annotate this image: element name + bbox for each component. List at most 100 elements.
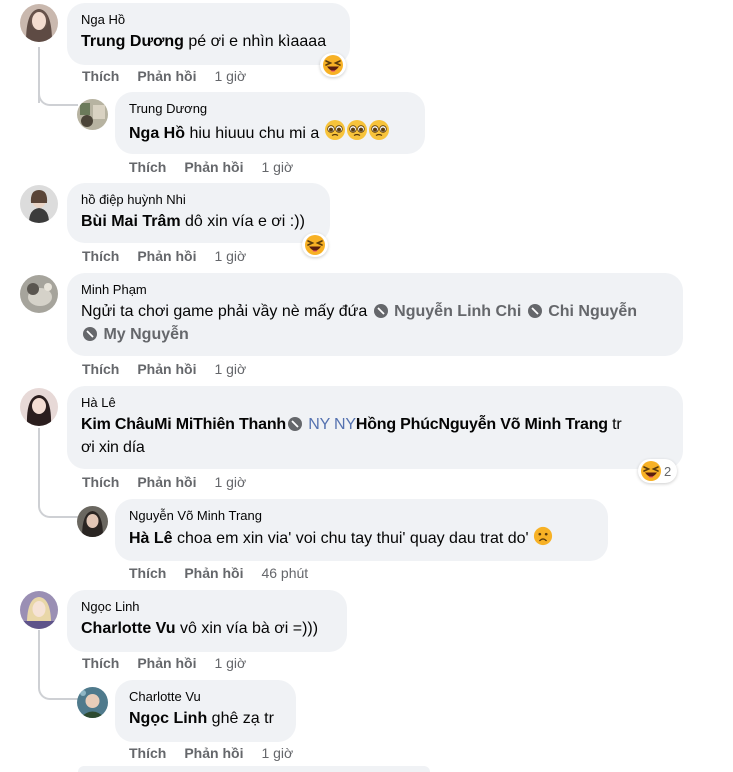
timestamp[interactable]: 1 giờ xyxy=(261,745,293,761)
comment-bubble: Nga Hồ Trung Dương pé ơi e nhìn kìaaaa xyxy=(67,3,350,65)
comment-actions: Thích Phản hồi 1 giờ xyxy=(82,361,246,378)
comment-actions: Thích Phản hồi 1 giờ xyxy=(82,655,246,672)
like-button[interactable]: Thích xyxy=(82,248,119,264)
like-button[interactable]: Thích xyxy=(82,474,119,490)
comment-text: Ngọc Linh ghê zạ tr xyxy=(129,707,282,730)
avatar[interactable] xyxy=(20,275,58,313)
comment-author[interactable]: Ngọc Linh xyxy=(81,598,333,615)
like-button[interactable]: Thích xyxy=(82,68,119,84)
reaction-count: 2 xyxy=(664,463,672,479)
next-comment-edge xyxy=(78,766,430,772)
comment-body: dô xin vía e ơi :)) xyxy=(180,213,305,230)
comment-body: hiu hiuuu chu mi a xyxy=(185,125,324,142)
timestamp[interactable]: 1 giờ xyxy=(214,655,246,671)
comment-author[interactable]: Hà Lê xyxy=(81,394,669,411)
reaction-badge[interactable] xyxy=(320,53,346,77)
avatar[interactable] xyxy=(77,506,108,537)
thread-branch xyxy=(38,90,78,106)
mention-link[interactable]: Charlotte Vu xyxy=(81,620,176,637)
comment-bubble: Hà Lê Kim ChâuMi MiThiên Thanh NY NYHồng… xyxy=(67,386,683,469)
comment-actions: Thích Phản hồi 1 giờ xyxy=(82,248,246,265)
comment-author[interactable]: Trung Dương xyxy=(129,100,411,117)
avatar[interactable] xyxy=(20,185,58,223)
verified-badge-icon xyxy=(527,304,542,318)
comment-text: Trung Dương pé ơi e nhìn kìaaaa xyxy=(81,30,336,53)
timestamp[interactable]: 1 giờ xyxy=(214,361,246,377)
comment-bubble: Minh Phạm Ngửi ta chơi game phải vầy nè … xyxy=(67,273,683,356)
comment-author[interactable]: Minh Phạm xyxy=(81,281,669,298)
pleading-emoji-icon xyxy=(324,119,346,141)
mention-link[interactable]: NY NY xyxy=(308,416,356,433)
timestamp[interactable]: 1 giờ xyxy=(214,248,246,264)
comment-body: Ngửi ta chơi game phải vầy nè mấy đứa xyxy=(81,303,372,320)
mention-link[interactable]: Hà Lê xyxy=(129,530,173,547)
like-button[interactable]: Thích xyxy=(129,565,166,581)
like-button[interactable]: Thích xyxy=(129,745,166,761)
comment-text: Kim ChâuMi MiThiên Thanh NY NYHồng PhúcN… xyxy=(81,413,669,459)
avatar[interactable] xyxy=(77,687,108,718)
mention-link[interactable]: Kim Châu xyxy=(81,416,154,433)
mention-link[interactable]: Nga Hồ xyxy=(129,125,185,142)
reply-button[interactable]: Phản hồi xyxy=(137,68,196,84)
comment-author[interactable]: Nguyễn Võ Minh Trang xyxy=(129,507,594,524)
mention-link[interactable]: Bùi Mai Trâm xyxy=(81,213,181,230)
laughing-emoji-icon xyxy=(640,460,662,482)
mention-link[interactable]: My Nguyễn xyxy=(103,326,188,343)
mention-link[interactable]: Thiên Thanh xyxy=(193,416,286,433)
comment-body: ơi xin día xyxy=(81,439,145,456)
thread-branch xyxy=(38,684,78,700)
comment-text: Hà Lê choa em xin via' voi chu tay thui'… xyxy=(129,526,594,550)
timestamp[interactable]: 46 phút xyxy=(261,565,308,581)
comment-body: pé ơi e nhìn kìaaaa xyxy=(183,33,327,50)
laughing-emoji-icon xyxy=(322,54,344,76)
timestamp[interactable]: 1 giờ xyxy=(214,68,246,84)
mention-link[interactable]: Chi Nguyễn xyxy=(548,303,637,320)
mention-link[interactable]: Nguyễn Linh Chi xyxy=(394,303,521,320)
comment-body: tr xyxy=(607,416,622,433)
reply-button[interactable]: Phản hồi xyxy=(184,745,243,761)
mention-link[interactable]: Hồng Phúc xyxy=(356,416,439,433)
reply-button[interactable]: Phản hồi xyxy=(184,159,243,175)
comment-author[interactable]: Nga Hồ xyxy=(81,11,336,28)
reply-button[interactable]: Phản hồi xyxy=(137,361,196,377)
comment-author[interactable]: Charlotte Vu xyxy=(129,688,282,705)
comment-text: Nga Hồ hiu hiuuu chu mi a xyxy=(129,119,411,145)
reaction-badge[interactable] xyxy=(302,233,328,257)
comment-bubble: hồ điệp huỳnh Nhi Bùi Mai Trâm dô xin ví… xyxy=(67,183,330,243)
comment-bubble: Charlotte Vu Ngọc Linh ghê zạ tr xyxy=(115,680,296,742)
mention-link[interactable]: Trung Dương xyxy=(81,33,184,50)
like-button[interactable]: Thích xyxy=(82,361,119,377)
avatar[interactable] xyxy=(77,99,108,130)
comment-bubble: Ngọc Linh Charlotte Vu vô xin vía bà ơi … xyxy=(67,590,347,652)
reply-button[interactable]: Phản hồi xyxy=(184,565,243,581)
comment-bubble: Trung Dương Nga Hồ hiu hiuuu chu mi a xyxy=(115,92,425,154)
comment-text: Bùi Mai Trâm dô xin vía e ơi :)) xyxy=(81,210,316,233)
verified-badge-icon xyxy=(287,417,302,431)
laughing-emoji-icon xyxy=(304,234,326,256)
reaction-badge[interactable]: 2 xyxy=(638,459,678,483)
comment-bubble: Nguyễn Võ Minh Trang Hà Lê choa em xin v… xyxy=(115,499,608,561)
comment-text: Ngửi ta chơi game phải vầy nè mấy đứa Ng… xyxy=(81,300,669,346)
reply-button[interactable]: Phản hồi xyxy=(137,474,196,490)
mention-link[interactable]: Ngọc Linh xyxy=(129,710,207,727)
comment-author[interactable]: hồ điệp huỳnh Nhi xyxy=(81,191,316,208)
verified-badge-icon xyxy=(373,304,388,318)
comment-actions: Thích Phản hồi 1 giờ xyxy=(129,159,293,176)
thread-branch xyxy=(38,502,78,518)
mention-link[interactable]: Nguyễn Võ Minh Trang xyxy=(439,416,609,433)
avatar[interactable] xyxy=(20,591,58,629)
reply-button[interactable]: Phản hồi xyxy=(137,248,196,264)
avatar[interactable] xyxy=(20,4,58,42)
avatar[interactable] xyxy=(20,388,58,426)
like-button[interactable]: Thích xyxy=(129,159,166,175)
comment-actions: Thích Phản hồi 1 giờ xyxy=(82,474,246,491)
reply-button[interactable]: Phản hồi xyxy=(137,655,196,671)
mention-link[interactable]: Mi Mi xyxy=(154,416,193,433)
comment-text: Charlotte Vu vô xin vía bà ơi =))) xyxy=(81,617,333,640)
sad-emoji-icon xyxy=(533,526,553,546)
timestamp[interactable]: 1 giờ xyxy=(261,159,293,175)
timestamp[interactable]: 1 giờ xyxy=(214,474,246,490)
like-button[interactable]: Thích xyxy=(82,655,119,671)
comment-body: vô xin vía bà ơi =))) xyxy=(175,620,319,637)
comment-actions: Thích Phản hồi 46 phút xyxy=(129,565,308,582)
